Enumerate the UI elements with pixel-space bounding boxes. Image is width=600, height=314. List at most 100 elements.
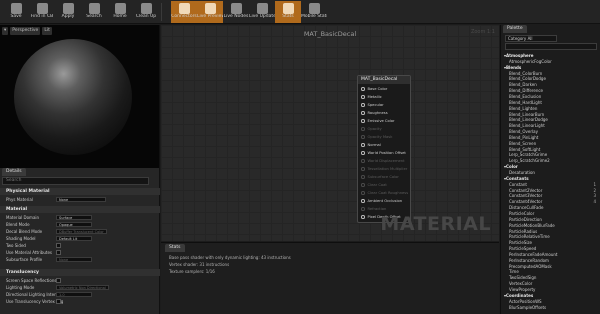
node-input-pin[interactable]: Tessellation Multiplier xyxy=(361,166,407,172)
material-row-label: Blend Mode xyxy=(6,222,30,227)
material-row-checkbox[interactable] xyxy=(56,250,61,255)
material-row-select[interactable]: Surface xyxy=(56,215,92,220)
toolbar-button-label: Stats xyxy=(282,14,294,19)
toolbar-button-label: Clean Up xyxy=(135,14,157,19)
node-input-pin[interactable]: Metallic xyxy=(361,94,382,100)
pin-label: Clear Coat Roughness xyxy=(367,191,409,195)
node-input-pin[interactable]: Normal xyxy=(361,142,381,148)
pin-label: Normal xyxy=(367,143,381,147)
perspective-button[interactable]: Perspective xyxy=(10,27,41,35)
graph-title: MAT_BasicDecal xyxy=(303,30,357,38)
translucency-category[interactable]: Translucency xyxy=(0,269,160,276)
graph-watermark: MATERIAL xyxy=(380,213,491,235)
material-row-select[interactable]: None xyxy=(56,257,92,262)
translucency-row-checkbox[interactable] xyxy=(56,278,61,283)
pin-circle-icon xyxy=(361,87,365,91)
preview-viewport[interactable]: ▾ Perspective Lit xyxy=(0,25,160,189)
physical-material-category[interactable]: Physical Material xyxy=(0,188,160,195)
material-row-checkbox[interactable] xyxy=(56,243,61,248)
live-update-icon xyxy=(256,3,268,14)
cleanup-button[interactable]: Clean Up xyxy=(133,1,159,23)
live-update-button[interactable]: Live Update xyxy=(249,1,275,23)
live-preview-button[interactable]: Live Preview xyxy=(197,1,223,23)
pin-circle-icon xyxy=(361,127,365,131)
translucency-row: Directional Lighting Intensity 1.0 xyxy=(0,291,160,298)
details-search-input[interactable]: Search xyxy=(2,177,149,185)
material-row-label: Use Material Attributes xyxy=(6,250,53,255)
material-row-select[interactable]: DBuffer Translucent Color xyxy=(56,229,107,234)
mobile-stats-icon xyxy=(308,3,320,14)
pin-label: Roughness xyxy=(367,111,388,115)
palette-category-select[interactable]: Category All xyxy=(505,35,557,42)
phys-material-select[interactable]: None xyxy=(56,197,106,202)
stats-button[interactable]: Stats xyxy=(275,1,301,23)
node-input-pin[interactable]: Opacity xyxy=(361,126,382,132)
material-row-label: Two Sided xyxy=(6,243,26,248)
toolbar-button-label: Search xyxy=(86,14,102,19)
find-button[interactable]: Find in CB xyxy=(29,1,55,23)
save-button[interactable]: Save xyxy=(3,1,29,23)
stats-line: Vertex shader: 31 instructions xyxy=(169,262,230,267)
palette-search-input[interactable] xyxy=(505,43,597,50)
translucency-row-label: Use Translucency Vertex Fog xyxy=(6,299,64,304)
translucency-row-label: Screen Space Reflections xyxy=(6,278,57,283)
mobile-stats-button[interactable]: Mobile Stats xyxy=(301,1,327,23)
node-input-pin[interactable]: Roughness xyxy=(361,110,388,116)
node-input-pin[interactable]: World Position Offset xyxy=(361,150,406,156)
home-button[interactable]: Home xyxy=(107,1,133,23)
node-input-pin[interactable]: Specular xyxy=(361,102,384,108)
translucency-title: Translucency xyxy=(6,270,39,275)
stats-panel: Stats Base pass shader with only dynamic… xyxy=(161,242,499,314)
search-icon xyxy=(88,3,100,14)
material-graph[interactable]: MAT_BasicDecal Zoom 1:1 MAT_BasicDecal B… xyxy=(161,25,499,241)
stats-line: Base pass shader with only dynamic light… xyxy=(169,255,291,260)
material-result-node[interactable]: MAT_BasicDecal Base Color Metallic Specula… xyxy=(357,75,411,223)
node-input-pin[interactable]: Refraction xyxy=(361,206,386,212)
node-title: MAT_BasicDecal xyxy=(358,76,410,84)
material-row: Blend Mode Opaque xyxy=(0,221,160,228)
live-preview-icon xyxy=(204,3,216,14)
node-input-pin[interactable]: Subsurface Color xyxy=(361,174,399,180)
translucency-row-select[interactable]: 1.0 xyxy=(56,292,92,297)
translucency-row: Lighting Mode Volumetric Non Directional xyxy=(0,284,160,291)
pin-circle-icon xyxy=(361,143,365,147)
pin-label: Opacity xyxy=(367,127,382,131)
node-input-pin[interactable]: Base Color xyxy=(361,86,387,92)
node-input-pin[interactable]: Ambient Occlusion xyxy=(361,198,402,204)
material-row-select[interactable]: Default Lit xyxy=(56,236,92,241)
material-category[interactable]: Material xyxy=(0,206,160,213)
palette-tab[interactable]: Palette xyxy=(503,25,527,33)
pin-circle-icon xyxy=(361,111,365,115)
stats-tab[interactable]: Stats xyxy=(165,244,185,252)
toolbar-button-label: Connectors xyxy=(171,14,197,19)
lit-button[interactable]: Lit xyxy=(42,27,52,35)
pin-circle-icon xyxy=(361,103,365,107)
node-input-pin[interactable]: Emissive Color xyxy=(361,118,395,124)
pin-circle-icon xyxy=(361,207,365,211)
save-icon xyxy=(10,3,22,14)
node-input-pin[interactable]: Clear Coat Roughness xyxy=(361,190,408,196)
toolbar: Save Find in CB Apply Search Home Clean Up Con… xyxy=(0,0,600,24)
toolbar-button-label: Mobile Stats xyxy=(301,14,327,19)
translucency-row-checkbox[interactable] xyxy=(56,299,61,304)
translucency-row-select[interactable]: Volumetric Non Directional xyxy=(56,285,109,290)
apply-button[interactable]: Apply xyxy=(55,1,81,23)
search-button[interactable]: Search xyxy=(81,1,107,23)
node-input-pin[interactable]: Clear Coat xyxy=(361,182,387,188)
node-input-pin[interactable]: Opacity Mask xyxy=(361,134,392,140)
live-nodes-button[interactable]: Live Nodes xyxy=(223,1,249,23)
preview-sphere xyxy=(14,39,132,155)
phys-material-row: Phys Material None xyxy=(0,196,160,203)
pin-circle-icon xyxy=(361,159,365,163)
pin-label: World Position Offset xyxy=(367,151,406,155)
palette-item[interactable]: BlurSampleOffsets xyxy=(509,305,546,311)
material-row-label: Shading Model xyxy=(6,236,36,241)
toolbar-button-label: Apply xyxy=(61,14,75,19)
palette-category-label: Category xyxy=(508,36,527,41)
connectors-button[interactable]: Connectors xyxy=(171,1,197,23)
node-input-pin[interactable]: World Displacement xyxy=(361,158,405,164)
details-tab[interactable]: Details xyxy=(2,168,26,176)
material-row-select[interactable]: Opaque xyxy=(56,222,92,227)
viewport-menu-button[interactable]: ▾ xyxy=(2,27,9,35)
pin-label: Emissive Color xyxy=(367,119,395,123)
